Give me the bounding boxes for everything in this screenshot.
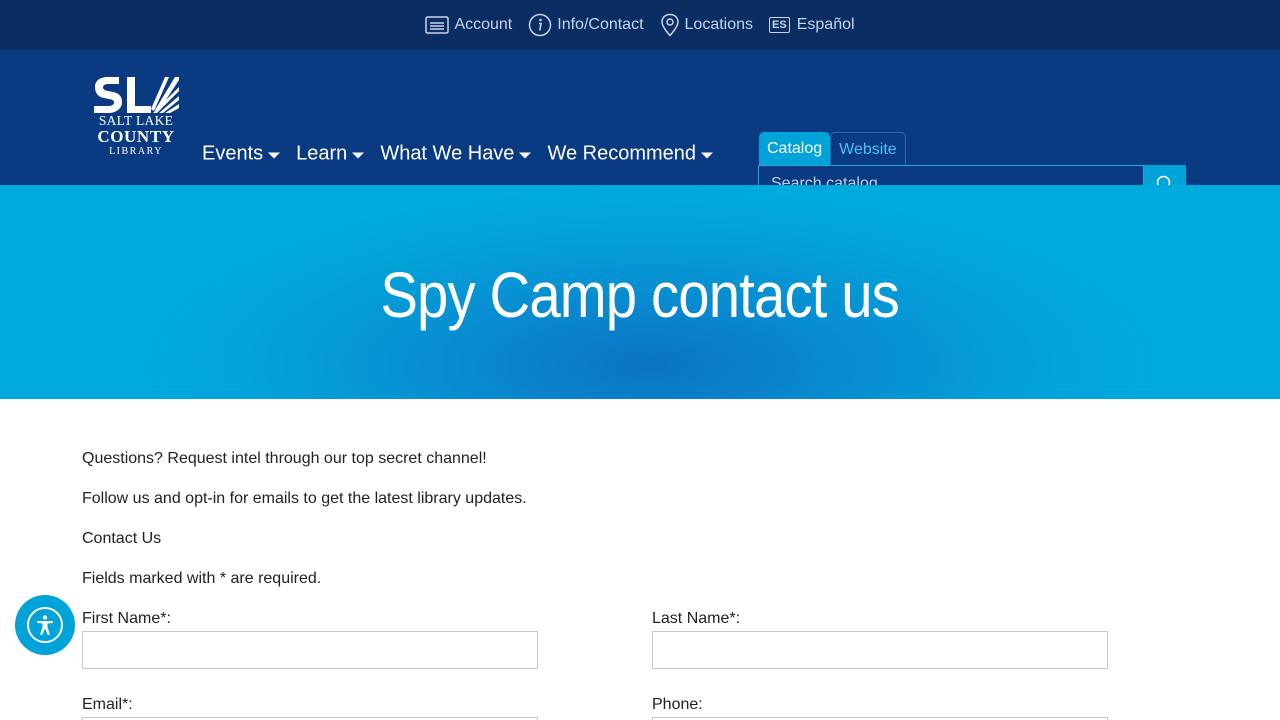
last-name-field[interactable] [652,631,1108,669]
accessibility-icon [27,607,63,643]
accessibility-button[interactable] [15,595,75,655]
nav-events-label: Events [202,142,264,165]
search-tabs: Catalog Website [759,132,906,166]
espanol-link[interactable]: ES Español [769,16,855,34]
logo-text: SALT LAKE COUNTY LIBRARY [93,114,179,157]
follow-paragraph: Follow us and opt-in for emails to get t… [82,490,527,507]
contact-heading: Contact Us [82,530,162,547]
nav-learn-label: Learn [296,142,348,165]
caret-down-icon [519,152,532,158]
info-icon [529,13,552,37]
first-name-label: First Name*: [82,610,171,627]
required-note: Fields marked with * are required. [82,570,322,587]
hero-banner: Spy Camp contact us [0,185,1280,399]
es-language-icon: ES [769,17,790,33]
info-contact-link[interactable]: Info/Contact [528,13,644,37]
nav-events[interactable]: Events [202,142,281,166]
caret-down-icon [268,152,281,158]
intro-paragraph: Questions? Request intel through our top… [82,450,487,467]
nav-what-we-have[interactable]: What We Have [380,142,532,166]
nav-learn[interactable]: Learn [296,142,365,166]
email-label: Email*: [82,696,133,713]
tab-website[interactable]: Website [830,132,906,166]
utility-bar: Account Info/Contact Locations ES Españo… [0,0,1280,50]
logo-line-3: LIBRARY [109,145,163,157]
last-name-label: Last Name*: [652,610,741,627]
locations-link[interactable]: Locations [660,13,754,37]
phone-label: Phone: [652,696,703,713]
page-title: Spy Camp contact us [380,258,900,331]
location-pin-icon [660,13,679,37]
first-name-field[interactable] [82,631,538,669]
info-contact-label: Info/Contact [557,16,644,33]
caret-down-icon [352,152,365,158]
espanol-label: Español [796,16,855,33]
logo-mark-icon [94,77,179,113]
tab-catalog[interactable]: Catalog [759,132,831,166]
logo-line-1: SALT LAKE [98,113,174,128]
logo-line-2: COUNTY [97,126,175,146]
nav-what-we-have-label: What We Have [380,142,515,165]
nav-we-recommend[interactable]: We Recommend [547,142,714,166]
caret-down-icon [701,152,714,158]
locations-label: Locations [684,16,754,33]
library-logo[interactable]: SALT LAKE COUNTY LIBRARY [93,77,179,159]
nav-we-recommend-label: We Recommend [547,142,697,165]
primary-nav: Events Learn What We Have We Recommend [202,142,714,166]
main-header: SALT LAKE COUNTY LIBRARY Events Learn Wh… [0,50,1280,203]
account-link[interactable]: Account [425,15,512,35]
account-card-icon [425,16,450,34]
account-label: Account [454,16,513,33]
